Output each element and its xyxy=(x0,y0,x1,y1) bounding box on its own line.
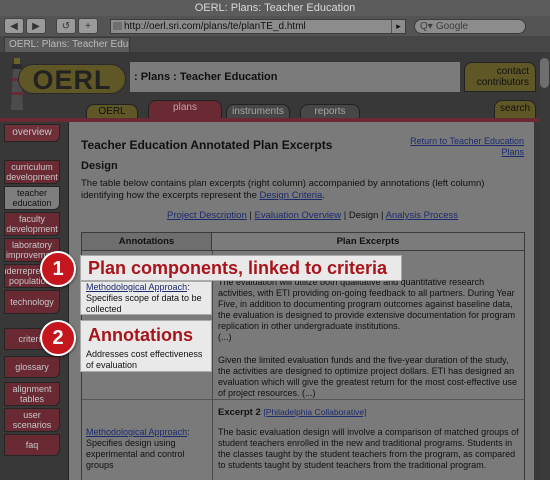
section-heading: Design xyxy=(81,160,118,172)
sidebar-item-faq[interactable]: faq xyxy=(4,434,60,456)
section-subnav: Project Description | Evaluation Overvie… xyxy=(167,210,458,221)
search-input[interactable]: Q▾ Google xyxy=(414,18,526,34)
page-header-title: : Plans : Teacher Education xyxy=(130,62,460,92)
annotation-cell: Methodological Approach: Specifies scope… xyxy=(86,282,210,315)
tab-plans[interactable]: plans xyxy=(148,100,222,118)
table-header-row: Annotations Plan Excerpts xyxy=(82,233,524,251)
sidebar-item-technology[interactable]: technology xyxy=(4,290,60,314)
scrollbar-thumb[interactable] xyxy=(540,58,549,88)
excerpt-heading: Excerpt 2 [Philadelphia Collaborative] xyxy=(218,407,520,418)
design-criteria-link[interactable]: Design Criteria xyxy=(260,190,323,201)
excerpt-text: The evaluation will utilize both qualita… xyxy=(218,277,520,343)
browser-toolbar: ◀ ▶ ↺ + http://oerl.sri.com/plans/te/pla… xyxy=(0,16,550,36)
column-divider xyxy=(212,251,213,480)
web-page: OERL : Plans : Teacher Education contact… xyxy=(0,52,539,480)
callout-2-label: Annotations xyxy=(88,325,193,345)
subnav-separator: | xyxy=(341,210,349,221)
sidebar-item-glossary[interactable]: glossary xyxy=(4,356,60,378)
add-bookmark-button[interactable]: + xyxy=(78,18,98,34)
tab-search[interactable]: search xyxy=(494,100,536,118)
forward-button[interactable]: ▶ xyxy=(26,18,46,34)
back-button[interactable]: ◀ xyxy=(4,18,24,34)
callout-1-badge: 1 xyxy=(40,251,76,287)
back-arrow-icon: ◀ xyxy=(10,20,18,32)
subnav-separator: | xyxy=(378,210,386,221)
callout-2-badge: 2 xyxy=(40,320,76,356)
annotation-cell: Methodological Approach: Specifies desig… xyxy=(86,427,210,471)
sidebar: overview curriculum development teacher … xyxy=(0,122,68,480)
contact-link[interactable]: contact xyxy=(465,66,529,77)
page-title: Teacher Education Annotated Plan Excerpt… xyxy=(81,138,333,152)
url-text: http://oerl.sri.com/plans/te/planTE_d.ht… xyxy=(124,20,306,32)
methodological-approach-link[interactable]: Methodological Approach xyxy=(86,282,187,292)
methodological-approach-link[interactable]: Methodological Approach xyxy=(86,427,187,437)
page-icon xyxy=(113,22,122,30)
oerl-logo[interactable]: OERL xyxy=(18,64,126,95)
reload-button[interactable]: ↺ xyxy=(56,18,76,34)
intro-paragraph: The table below contains plan excerpts (… xyxy=(81,178,521,202)
window-title: OERL: Plans: Teacher Education xyxy=(0,0,550,16)
contact-contributors-box[interactable]: contact contributors xyxy=(464,62,536,92)
subnav-evaluation-overview[interactable]: Evaluation Overview xyxy=(254,210,341,221)
tab-oerl[interactable]: OERL xyxy=(86,104,138,118)
sidebar-item-teacher-education[interactable]: teacher education xyxy=(4,186,60,210)
column-header-excerpts: Plan Excerpts xyxy=(212,233,524,251)
search-icon: Q▾ xyxy=(420,20,433,32)
address-bar[interactable]: http://oerl.sri.com/plans/te/planTE_d.ht… xyxy=(110,18,406,34)
subnav-analysis-process[interactable]: Analysis Process xyxy=(386,210,458,221)
sidebar-item-faculty-development[interactable]: faculty development xyxy=(4,212,60,236)
row-divider xyxy=(82,399,524,400)
forward-arrow-icon: ▶ xyxy=(32,20,40,32)
reload-icon: ↺ xyxy=(61,20,71,32)
browser-tab[interactable]: OERL: Plans: Teacher Educatio xyxy=(4,37,130,52)
go-icon[interactable]: ▸ xyxy=(391,19,405,33)
excerpt-text: The basic evaluation design will involve… xyxy=(218,427,519,470)
sidebar-item-alignment-tables[interactable]: alignment tables xyxy=(4,382,60,406)
vertical-scrollbar[interactable] xyxy=(539,52,550,480)
subnav-design-current: Design xyxy=(348,210,379,221)
contributors-link[interactable]: contributors xyxy=(465,77,529,88)
plus-icon: + xyxy=(85,20,91,32)
subnav-project-description[interactable]: Project Description xyxy=(167,210,247,221)
tab-instruments[interactable]: instruments xyxy=(226,104,290,118)
search-placeholder: Google xyxy=(435,20,469,32)
annotation-cell: Addresses cost effectiveness of evaluati… xyxy=(86,349,203,370)
intro-period: . xyxy=(322,190,325,201)
tab-reports[interactable]: reports xyxy=(300,104,360,118)
column-header-annotations: Annotations xyxy=(82,233,212,251)
site-nav-tabs: OERL plans instruments reports search xyxy=(0,100,539,118)
excerpt-ellipsis: (...) xyxy=(218,332,232,342)
tab-strip: OERL: Plans: Teacher Educatio xyxy=(0,36,550,52)
callout-1-label: Plan components, linked to criteria xyxy=(88,258,388,278)
sidebar-item-overview[interactable]: overview xyxy=(4,124,60,142)
sidebar-item-curriculum-development[interactable]: curriculum development xyxy=(4,160,60,184)
excerpt-body: The evaluation will utilize both qualita… xyxy=(218,277,516,331)
excerpt-text: Given the limited evaluation funds and t… xyxy=(218,355,517,398)
excerpt-number: Excerpt 2 xyxy=(218,407,261,418)
excerpt-source-link[interactable]: [Philadelphia Collaborative] xyxy=(263,407,366,417)
return-link[interactable]: Return to Teacher Education Plans xyxy=(406,136,524,158)
sidebar-item-user-scenarios[interactable]: user scenarios xyxy=(4,408,60,432)
